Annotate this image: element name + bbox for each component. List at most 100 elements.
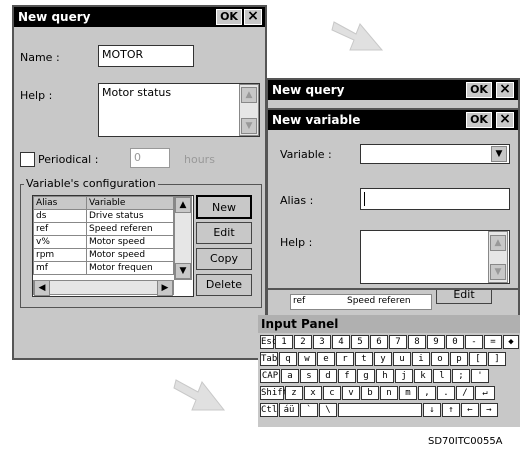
keyboard-key[interactable]: e bbox=[317, 352, 335, 366]
close-button[interactable]: × bbox=[244, 9, 262, 25]
keyboard-key[interactable]: CAP bbox=[260, 369, 280, 383]
title-bar: New variable OK × bbox=[268, 110, 518, 130]
keyboard-key[interactable]: x bbox=[304, 386, 322, 400]
scroll-down-icon[interactable]: ▼ bbox=[241, 118, 257, 134]
ok-button[interactable]: OK bbox=[216, 9, 242, 25]
keyboard-key[interactable]: c bbox=[323, 386, 341, 400]
delete-button[interactable]: Delete bbox=[196, 274, 252, 296]
keyboard-key[interactable]: 8 bbox=[408, 335, 426, 349]
keyboard-key[interactable]: 0 bbox=[446, 335, 464, 349]
keyboard-key[interactable]: / bbox=[456, 386, 474, 400]
keyboard-key[interactable]: 9 bbox=[427, 335, 445, 349]
new-button[interactable]: New bbox=[196, 195, 252, 219]
table-hscrollbar[interactable]: ◀ ▶ bbox=[33, 280, 174, 296]
column-header-variable[interactable]: Variable bbox=[86, 196, 174, 210]
keyboard-key[interactable]: = bbox=[484, 335, 502, 349]
periodical-field[interactable]: 0 bbox=[130, 148, 170, 168]
keyboard-key[interactable]: k bbox=[414, 369, 432, 383]
scroll-up-icon[interactable]: ▲ bbox=[490, 235, 506, 251]
keyboard-key[interactable]: \ bbox=[319, 403, 337, 417]
keyboard-key[interactable]: áü bbox=[279, 403, 299, 417]
keyboard-key[interactable]: j bbox=[395, 369, 413, 383]
help-field[interactable]: Motor status bbox=[98, 83, 260, 137]
keyboard-key[interactable]: - bbox=[465, 335, 483, 349]
keyboard-key[interactable]: ← bbox=[461, 403, 479, 417]
table-row[interactable]: ds Drive status bbox=[33, 209, 174, 223]
keyboard-key[interactable]: d bbox=[319, 369, 337, 383]
keyboard-key[interactable]: ' bbox=[471, 369, 489, 383]
scroll-left-icon[interactable]: ◀ bbox=[34, 280, 50, 296]
keyboard-key[interactable]: 6 bbox=[370, 335, 388, 349]
keyboard-key[interactable]: y bbox=[374, 352, 392, 366]
keyboard-key[interactable]: Esc bbox=[260, 335, 277, 349]
column-header-alias[interactable]: Alias bbox=[33, 196, 87, 210]
keyboard-key[interactable]: Shift bbox=[260, 386, 288, 400]
copy-button[interactable]: Copy bbox=[196, 248, 252, 270]
keyboard-key[interactable]: → bbox=[480, 403, 498, 417]
keyboard-key[interactable]: [ bbox=[469, 352, 487, 366]
keyboard-key[interactable]: Tab bbox=[260, 352, 278, 366]
ok-button[interactable]: OK bbox=[466, 112, 492, 128]
keyboard-key[interactable]: q bbox=[279, 352, 297, 366]
keyboard-key[interactable]: v bbox=[342, 386, 360, 400]
chevron-down-icon[interactable]: ▼ bbox=[491, 146, 507, 162]
keyboard-key[interactable]: t bbox=[355, 352, 373, 366]
alias-field[interactable] bbox=[360, 188, 510, 210]
keyboard-key[interactable]: 5 bbox=[351, 335, 369, 349]
keyboard-key[interactable]: p bbox=[450, 352, 468, 366]
help-scrollbar[interactable]: ▲ ▼ bbox=[239, 84, 259, 136]
keyboard-key[interactable]: w bbox=[298, 352, 316, 366]
table-row[interactable]: rpm Motor speed bbox=[33, 248, 174, 262]
edit-button[interactable]: Edit bbox=[196, 222, 252, 244]
keyboard-key[interactable]: f bbox=[338, 369, 356, 383]
keyboard-key[interactable]: i bbox=[412, 352, 430, 366]
keyboard-key[interactable]: l bbox=[433, 369, 451, 383]
keyboard-key[interactable]: n bbox=[380, 386, 398, 400]
variable-select[interactable]: ▼ bbox=[360, 144, 510, 164]
keyboard-key[interactable]: u bbox=[393, 352, 411, 366]
table-vscrollbar[interactable]: ▲ ▼ bbox=[174, 196, 192, 280]
scroll-up-icon[interactable]: ▲ bbox=[241, 87, 257, 103]
keyboard-key[interactable]: 2 bbox=[294, 335, 312, 349]
keyboard-key[interactable]: . bbox=[437, 386, 455, 400]
keyboard-key[interactable]: 7 bbox=[389, 335, 407, 349]
keyboard-key[interactable]: s bbox=[300, 369, 318, 383]
keyboard-key[interactable]: 4 bbox=[332, 335, 350, 349]
keyboard-key[interactable]: a bbox=[281, 369, 299, 383]
keyboard-key[interactable]: Ctl bbox=[260, 403, 278, 417]
keyboard-key[interactable]: r bbox=[336, 352, 354, 366]
keyboard-key[interactable]: m bbox=[399, 386, 417, 400]
table-row[interactable]: ref Speed referen bbox=[33, 222, 174, 236]
periodical-checkbox[interactable] bbox=[20, 152, 35, 167]
keyboard-key[interactable]: b bbox=[361, 386, 379, 400]
table-row[interactable]: v% Motor speed bbox=[33, 235, 174, 249]
scroll-down-icon[interactable]: ▼ bbox=[175, 263, 191, 279]
table-row[interactable]: ref Speed referen bbox=[290, 294, 432, 310]
keyboard-key[interactable]: 3 bbox=[313, 335, 331, 349]
table-row[interactable]: mf Motor frequen bbox=[33, 261, 174, 275]
keyboard-key[interactable]: ] bbox=[488, 352, 506, 366]
keyboard-key[interactable]: ↵ bbox=[475, 386, 495, 400]
name-field[interactable]: MOTOR bbox=[98, 45, 194, 67]
scroll-right-icon[interactable]: ▶ bbox=[157, 280, 173, 296]
help-scrollbar[interactable]: ▲ ▼ bbox=[488, 231, 508, 283]
close-button[interactable]: × bbox=[496, 112, 514, 128]
keyboard-key[interactable]: ` bbox=[300, 403, 318, 417]
keyboard-key[interactable]: ; bbox=[452, 369, 470, 383]
close-button[interactable]: × bbox=[496, 82, 514, 98]
arrow-down-right-icon bbox=[173, 379, 226, 411]
keyboard-key[interactable]: h bbox=[376, 369, 394, 383]
keyboard-key[interactable]: ↓ bbox=[423, 403, 441, 417]
keyboard-key[interactable]: , bbox=[418, 386, 436, 400]
keyboard-key[interactable]: ◆ bbox=[503, 335, 519, 349]
scroll-down-icon[interactable]: ▼ bbox=[490, 264, 506, 280]
keyboard-key[interactable]: z bbox=[285, 386, 303, 400]
keyboard-key[interactable]: 1 bbox=[275, 335, 293, 349]
help-text: Motor status bbox=[102, 86, 172, 99]
keyboard-key[interactable]: ↑ bbox=[442, 403, 460, 417]
keyboard-key[interactable]: o bbox=[431, 352, 449, 366]
ok-button[interactable]: OK bbox=[466, 82, 492, 98]
keyboard-key[interactable]: g bbox=[357, 369, 375, 383]
scroll-up-icon[interactable]: ▲ bbox=[175, 197, 191, 213]
space-key[interactable] bbox=[338, 403, 422, 417]
